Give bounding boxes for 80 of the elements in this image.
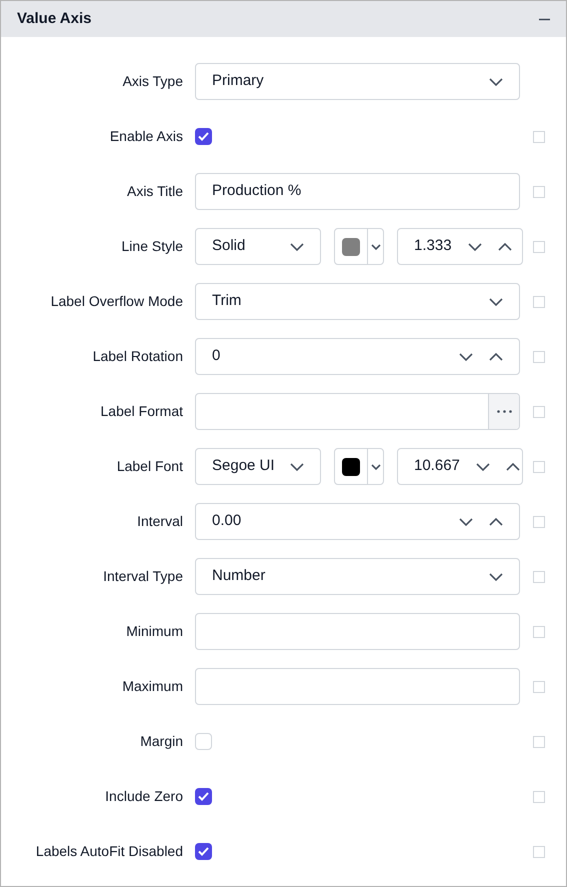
check-icon bbox=[198, 847, 209, 856]
side-checkbox[interactable] bbox=[533, 240, 545, 252]
caret-icon bbox=[290, 242, 304, 250]
numeric-field[interactable]: 0 bbox=[195, 338, 520, 375]
field-value: 1.333 bbox=[414, 236, 452, 256]
side-checkbox[interactable] bbox=[533, 350, 545, 362]
side-checkbox[interactable] bbox=[533, 680, 545, 692]
checkbox[interactable] bbox=[195, 843, 212, 860]
field-label: Minimum bbox=[125, 622, 183, 641]
spin-down-icon bbox=[468, 242, 482, 250]
side-checkbox[interactable] bbox=[533, 516, 545, 528]
field-value: 10.667 bbox=[414, 456, 460, 476]
spin-up-icon bbox=[498, 242, 512, 250]
check-icon bbox=[198, 132, 209, 141]
numeric-field[interactable]: 1.333 bbox=[397, 228, 523, 265]
field-label: Interval Type bbox=[102, 567, 183, 586]
text-field[interactable]: Production % bbox=[195, 173, 520, 210]
caret-icon bbox=[290, 462, 304, 470]
caret-icon bbox=[489, 572, 503, 580]
caret-icon bbox=[370, 244, 380, 250]
side-checkbox[interactable] bbox=[533, 296, 545, 308]
side-checkbox[interactable] bbox=[533, 406, 545, 418]
panel-title: Value Axis bbox=[17, 8, 92, 29]
side-checkbox[interactable] bbox=[533, 186, 545, 198]
dropdown[interactable]: Trim bbox=[195, 283, 520, 320]
spin-down-icon bbox=[476, 462, 490, 470]
field-label: Label Overflow Mode bbox=[50, 292, 183, 311]
dropdown[interactable]: Primary bbox=[195, 63, 520, 100]
ellipsis-icon bbox=[496, 410, 512, 413]
checkbox[interactable] bbox=[195, 128, 212, 145]
spin-down-icon bbox=[459, 518, 473, 526]
spin-down-icon bbox=[459, 352, 473, 360]
field-label: Line Style bbox=[120, 237, 183, 256]
field-label: Enable Axis bbox=[108, 127, 183, 146]
dropdown-value: Solid bbox=[212, 236, 246, 256]
side-checkbox[interactable] bbox=[533, 460, 545, 472]
spin-up-icon bbox=[489, 518, 503, 526]
caret-icon bbox=[489, 78, 503, 86]
dropdown[interactable]: Solid bbox=[195, 228, 321, 265]
numeric-field[interactable]: 10.667 bbox=[397, 448, 523, 485]
color-picker[interactable] bbox=[334, 228, 384, 265]
side-checkbox[interactable] bbox=[533, 570, 545, 582]
dropdown[interactable]: Segoe UI bbox=[195, 448, 321, 485]
side-checkbox[interactable] bbox=[533, 736, 545, 748]
spin-up-icon bbox=[506, 462, 520, 470]
side-checkbox[interactable] bbox=[533, 626, 545, 638]
field-label: Axis Type bbox=[122, 72, 183, 91]
field-value: 0.00 bbox=[212, 511, 242, 532]
side-checkbox[interactable] bbox=[533, 790, 545, 802]
panel-header[interactable]: Value Axis bbox=[1, 1, 566, 37]
dropdown-value: Primary bbox=[212, 71, 265, 92]
spin-up-icon bbox=[489, 352, 503, 360]
field-label: Maximum bbox=[121, 677, 183, 696]
field-label: Margin bbox=[139, 732, 183, 751]
field-label: Labels AutoFit Disabled bbox=[34, 842, 183, 861]
text-field[interactable] bbox=[195, 393, 520, 430]
dropdown-value: Number bbox=[212, 566, 266, 586]
checkbox[interactable] bbox=[195, 733, 212, 750]
field-label: Axis Title bbox=[126, 182, 183, 201]
field-label: Interval bbox=[136, 512, 183, 531]
caret-icon bbox=[489, 298, 503, 306]
field-label: Label Rotation bbox=[92, 347, 183, 366]
numeric-field[interactable]: 0.00 bbox=[195, 503, 520, 540]
color-picker[interactable] bbox=[334, 448, 384, 485]
text-field[interactable] bbox=[195, 668, 520, 705]
field-label: Include Zero bbox=[104, 787, 183, 806]
dropdown[interactable]: Number bbox=[195, 558, 520, 595]
side-checkbox[interactable] bbox=[533, 130, 545, 142]
checkbox[interactable] bbox=[195, 788, 212, 805]
field-label: Label Format bbox=[100, 402, 183, 421]
dropdown-value: Segoe UI bbox=[212, 456, 276, 476]
side-checkbox[interactable] bbox=[533, 846, 545, 858]
field-value: Production % bbox=[212, 181, 302, 202]
caret-icon bbox=[370, 464, 380, 470]
check-icon bbox=[198, 792, 209, 801]
more-button[interactable] bbox=[488, 394, 519, 429]
field-label: Label Font bbox=[116, 457, 183, 476]
field-value: 0 bbox=[212, 346, 222, 366]
text-field[interactable] bbox=[195, 613, 520, 650]
dropdown-value: Trim bbox=[212, 291, 242, 312]
